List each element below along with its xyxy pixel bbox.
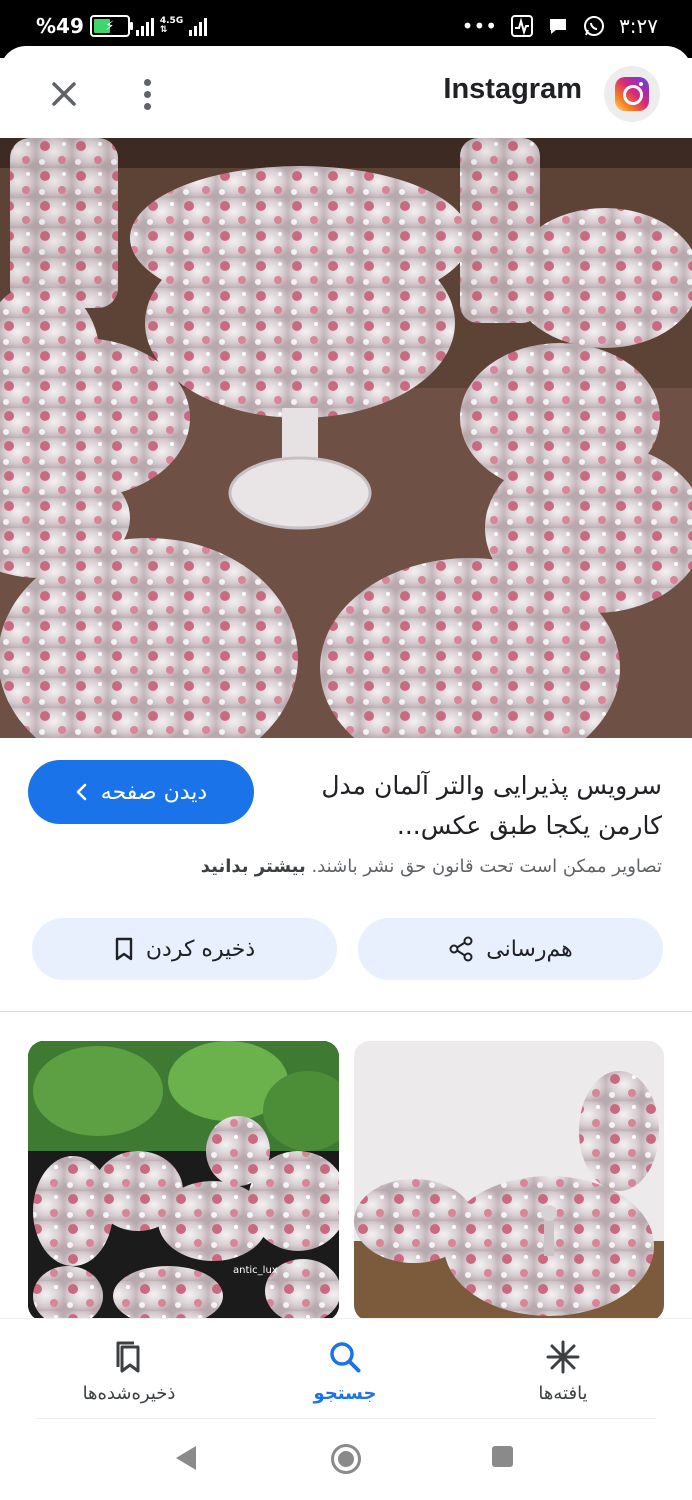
activity-icon: [511, 15, 534, 37]
related-image-2[interactable]: [354, 1041, 664, 1321]
nav-search[interactable]: جستجو: [245, 1337, 445, 1404]
home-button[interactable]: [331, 1444, 361, 1474]
chat-icon: [550, 19, 567, 34]
related-photo-1: antic_lux: [28, 1041, 339, 1321]
status-left: %49 ⚡ 4.5G ⇅: [36, 14, 208, 38]
whatsapp-icon: [584, 16, 605, 36]
bottom-navigation: یافته‌ها جستجو ذخیره‌شده‌ها: [0, 1318, 692, 1419]
section-divider: [0, 1011, 692, 1012]
share-button[interactable]: هم‌رسانی: [358, 918, 663, 980]
close-icon: [52, 82, 76, 106]
search-icon: [330, 1342, 361, 1373]
glass-bowls-photo: [0, 138, 692, 738]
save-button[interactable]: ذخیره کردن: [32, 918, 337, 980]
share-icon: [449, 936, 473, 962]
source-name: Instagram: [443, 73, 582, 105]
copyright-text: تصاویر ممکن است تحت قانون حق نشر باشند.: [311, 856, 662, 877]
nav-discover[interactable]: یافته‌ها: [463, 1337, 663, 1404]
watermark-text: antic_lux: [233, 1265, 278, 1276]
sheet-header: Instagram: [0, 46, 692, 138]
visit-page-button[interactable]: دیدن صفحه: [28, 760, 254, 824]
share-label: هم‌رسانی: [486, 936, 573, 962]
network-type: 4.5G ⇅: [159, 16, 184, 35]
recents-button[interactable]: [492, 1446, 513, 1467]
instagram-icon: [615, 77, 649, 111]
more-options-button[interactable]: [132, 74, 162, 114]
bookmark-icon: [115, 937, 133, 961]
clock: ۳:۲۷: [619, 14, 658, 38]
back-button[interactable]: [176, 1446, 196, 1470]
more-notifications-icon: •••: [461, 14, 498, 38]
system-navigation-bar: [0, 1418, 692, 1500]
result-title[interactable]: سرویس پذیرایی والتر آلمان مدل کارمن یکجا…: [262, 766, 662, 846]
preview-image[interactable]: [0, 138, 692, 738]
visit-page-label: دیدن صفحه: [100, 779, 208, 805]
chevron-left-icon: [76, 783, 87, 801]
asterisk-icon: [546, 1340, 580, 1374]
copyright-notice: تصاویر ممکن است تحت قانون حق نشر باشند. …: [22, 856, 662, 877]
more-vert-icon: [143, 78, 151, 86]
nav-saved[interactable]: ذخیره‌شده‌ها: [29, 1337, 229, 1404]
close-button[interactable]: [44, 74, 84, 114]
bookmarks-icon: [116, 1341, 140, 1373]
related-photo-2: [354, 1041, 664, 1321]
save-label: ذخیره کردن: [145, 936, 256, 962]
battery-percent: %49: [36, 14, 84, 38]
battery-icon: ⚡: [89, 15, 133, 37]
status-right: ••• ۳:۲۷: [462, 14, 658, 38]
related-image-1[interactable]: antic_lux: [28, 1041, 339, 1321]
gesture-divider: [36, 1418, 656, 1419]
source-favicon: [604, 66, 660, 122]
signal-icon-2: [189, 16, 208, 36]
image-preview-sheet: Instagram سرویس پذیرایی والتر آلمان مدل …: [0, 46, 692, 1500]
learn-more-link[interactable]: بیشتر بدانید: [201, 856, 306, 877]
nav-search-label: جستجو: [313, 1383, 377, 1404]
signal-icon: [135, 16, 154, 36]
nav-discover-label: یافته‌ها: [538, 1383, 588, 1404]
nav-saved-label: ذخیره‌شده‌ها: [82, 1383, 176, 1404]
